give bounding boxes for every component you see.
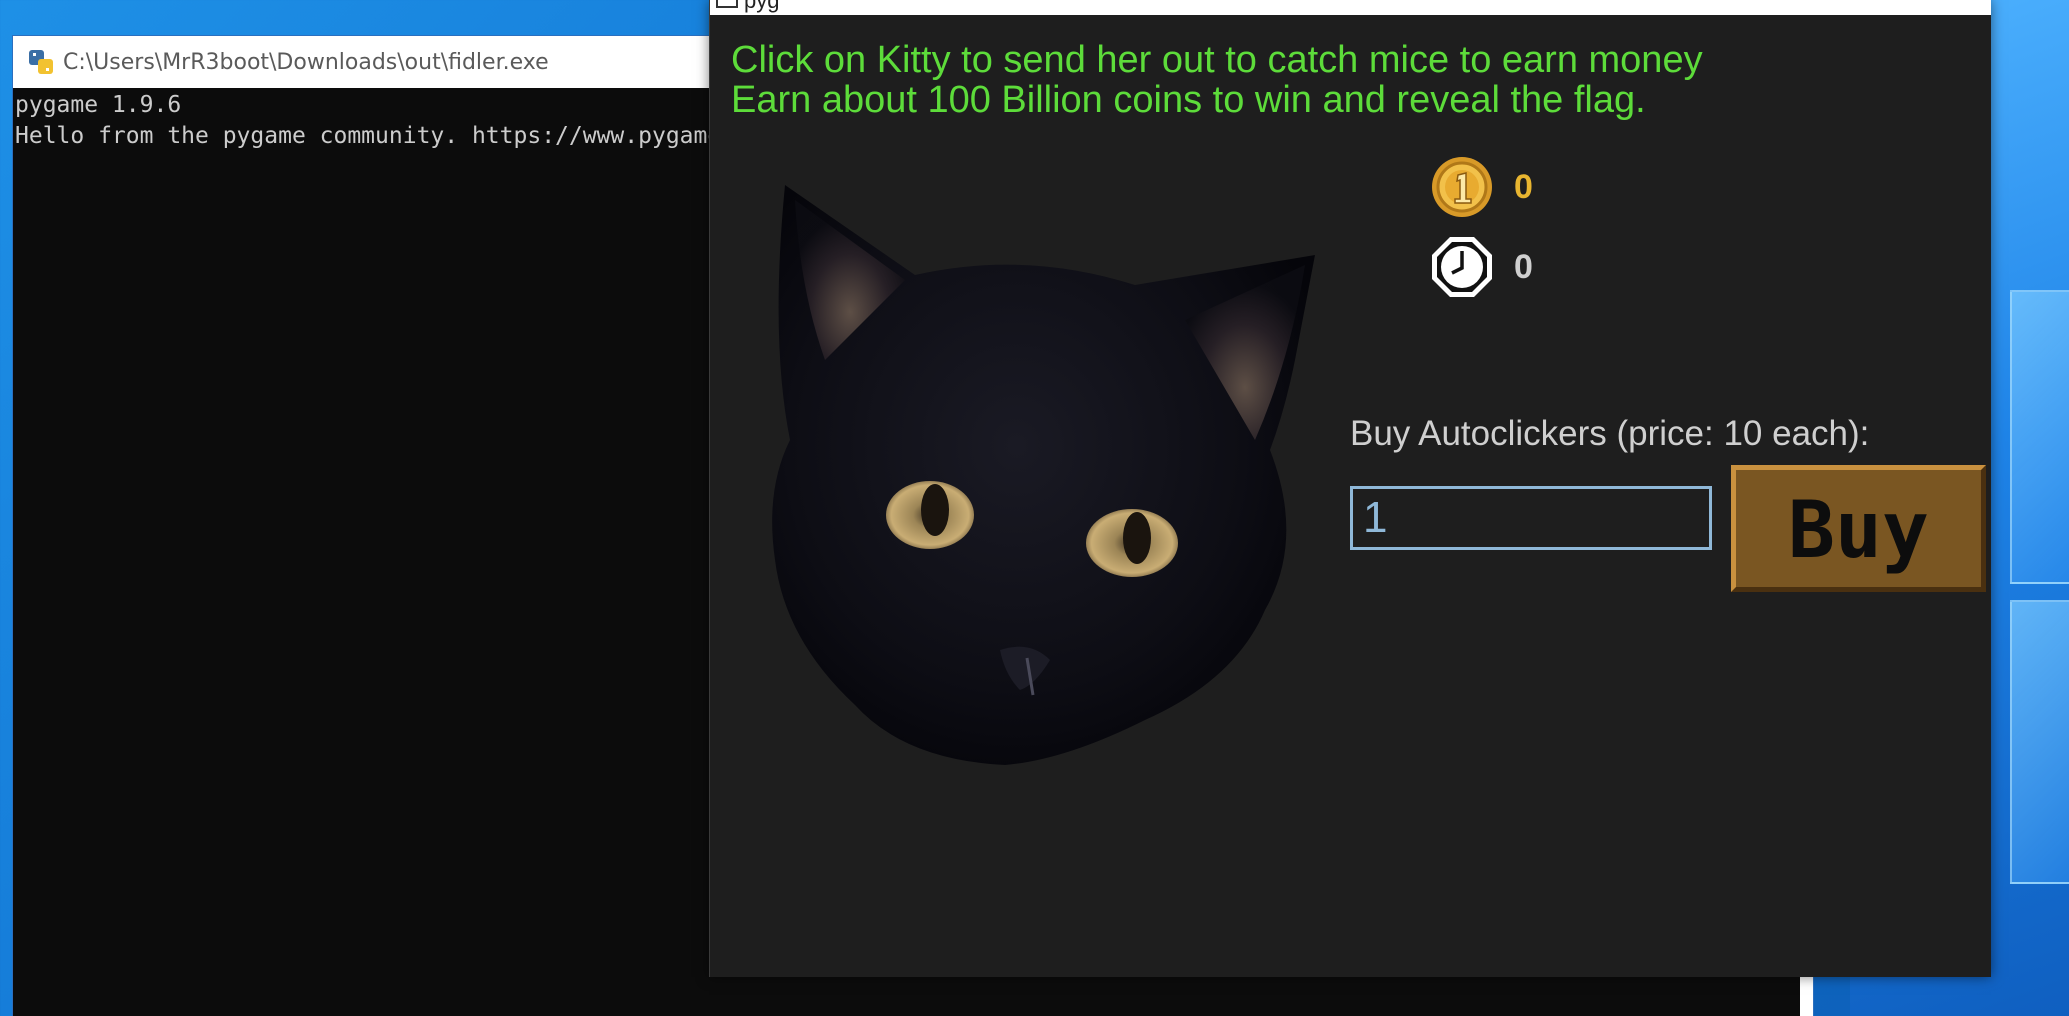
instructions: Click on Kitty to send her out to catch …: [731, 40, 1703, 120]
coin-icon: [1432, 157, 1492, 217]
game-window-title: pyg: [744, 0, 780, 13]
game-titlebar[interactable]: pyg: [710, 0, 1991, 15]
python-app-icon: [29, 50, 53, 74]
coin-counter: 0: [1430, 155, 1533, 219]
console-title: C:\Users\MrR3boot\Downloads\out\fidler.e…: [63, 49, 549, 75]
kitty-image[interactable]: [765, 160, 1335, 780]
coin-count: 0: [1514, 167, 1533, 206]
buy-button[interactable]: Buy: [1731, 465, 1986, 592]
instruction-line: Click on Kitty to send her out to catch …: [731, 39, 1703, 81]
buy-autoclickers-label: Buy Autoclickers (price: 10 each):: [1350, 414, 1870, 453]
windows-logo-pane: [2010, 290, 2069, 584]
windows-logo-pane: [2010, 600, 2069, 884]
clock-icon: [1432, 237, 1492, 297]
pygame-window: pyg Click on Kitty to send her out to ca…: [709, 0, 1991, 977]
autoclicker-counter: 0: [1430, 235, 1533, 299]
instruction-line: Earn about 100 Billion coins to win and …: [731, 79, 1646, 121]
window-icon: [716, 0, 738, 8]
autoclicker-count: 0: [1514, 247, 1533, 286]
console-scrollbar[interactable]: [1800, 975, 1813, 1016]
autoclicker-quantity-input[interactable]: [1350, 486, 1712, 550]
